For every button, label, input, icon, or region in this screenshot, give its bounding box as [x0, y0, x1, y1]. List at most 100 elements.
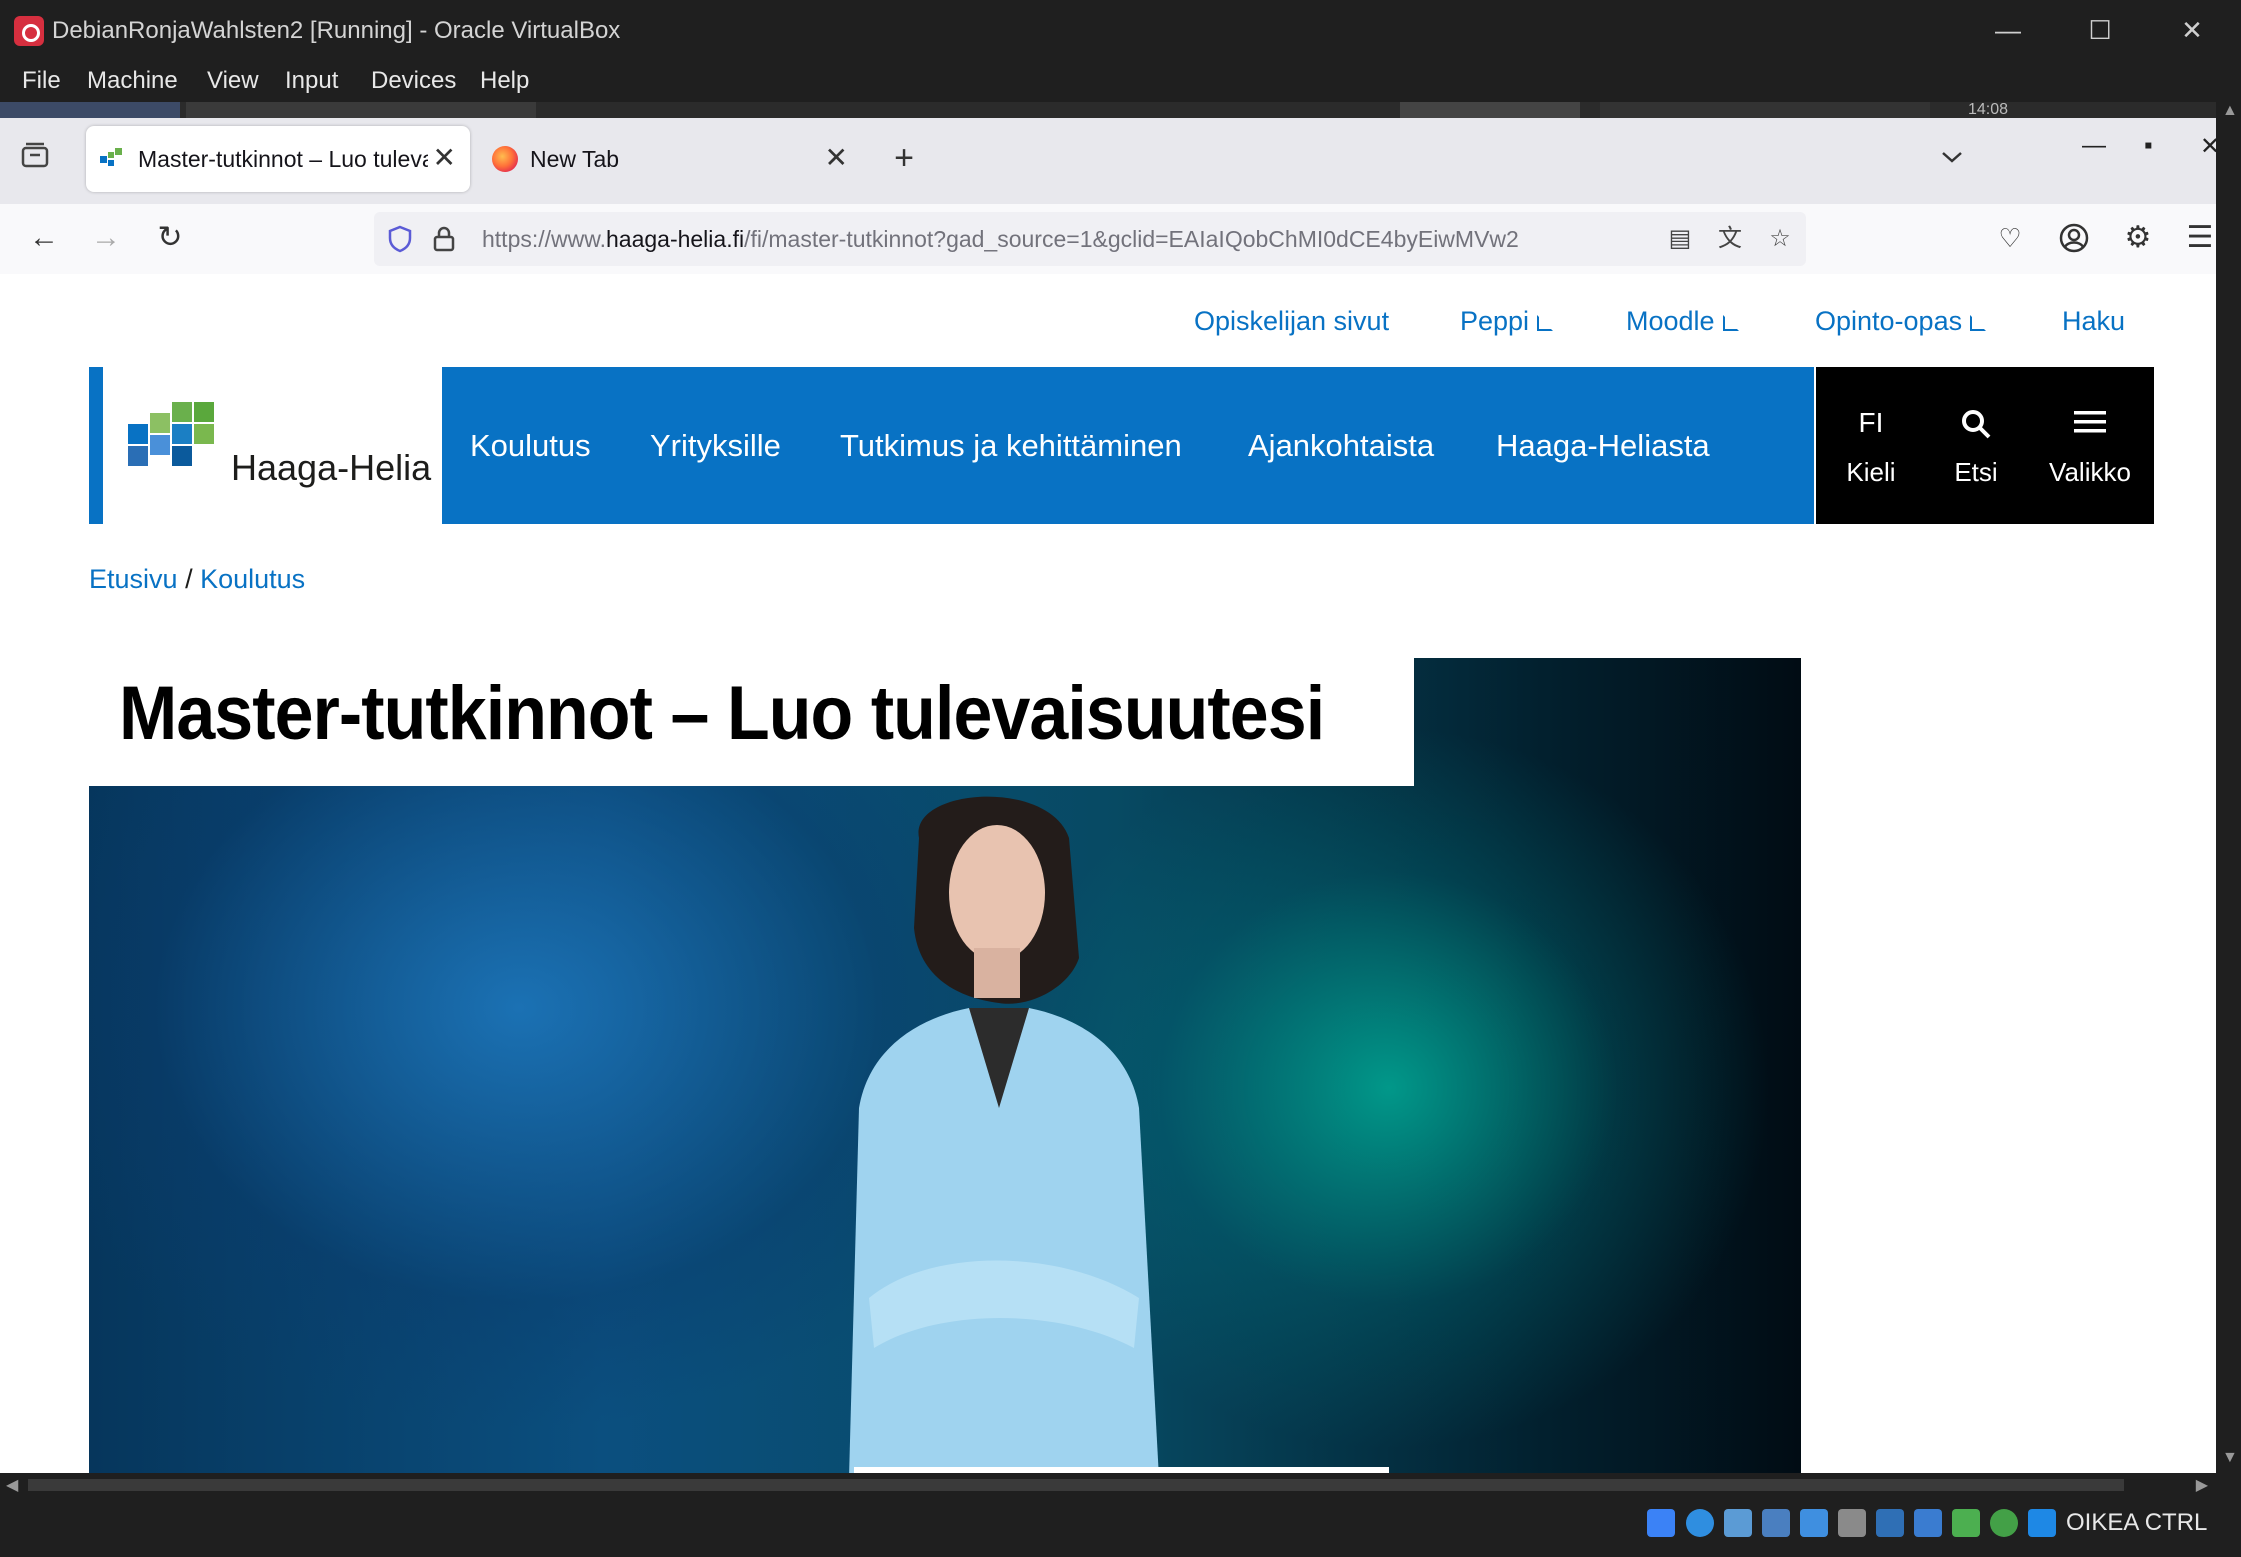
list-all-tabs-chevron-icon[interactable]	[1940, 144, 1964, 172]
haaga-helia-favicon	[100, 148, 124, 170]
utility-bar: FI Kieli Etsi Valikko	[1816, 367, 2154, 524]
virtualbox-statusbar: OIKEA CTRL	[0, 1497, 2241, 1557]
mouse-integration-icon[interactable]	[1990, 1509, 2018, 1537]
url-bar[interactable]: https://www.haaga-helia.fi/fi/master-tut…	[374, 212, 1806, 266]
hamburger-menu-icon	[2026, 407, 2154, 444]
virtualbox-menubar: File Machine View Input Devices Help	[0, 60, 2241, 102]
browser-nav-bar: ← → ↻ https://www.haaga-helia.fi/fi/mast…	[0, 204, 2216, 275]
cpu-icon[interactable]	[1952, 1509, 1980, 1537]
link-peppi[interactable]: Peppi	[1460, 306, 1554, 337]
usb-icon[interactable]	[1800, 1509, 1828, 1537]
search-label: Etsi	[1954, 457, 1998, 487]
language-code: FI	[1858, 407, 1884, 438]
account-icon[interactable]	[2054, 218, 2094, 258]
audio-icon[interactable]	[1724, 1509, 1752, 1537]
tracking-protection-shield-icon[interactable]	[386, 225, 414, 253]
nav-yrityksille[interactable]: Yrityksille	[650, 367, 781, 524]
breadcrumb-separator: /	[185, 564, 193, 594]
url-text[interactable]: https://www.haaga-helia.fi/fi/master-tut…	[482, 212, 1642, 266]
search-icon	[1926, 407, 2026, 448]
nav-tutkimus[interactable]: Tutkimus ja kehittäminen	[840, 367, 1182, 524]
lock-icon[interactable]	[430, 225, 458, 253]
tab-manager-icon[interactable]	[20, 140, 50, 170]
breadcrumb-current[interactable]: Koulutus	[200, 564, 305, 594]
scroll-right-arrow-icon[interactable]: ▶	[2196, 1475, 2208, 1495]
display-icon[interactable]	[1876, 1509, 1904, 1537]
extensions-puzzle-icon[interactable]: ⚙	[2118, 218, 2158, 258]
close-window-button[interactable]: ✕	[2146, 0, 2238, 60]
page-title: Master-tutkinnot – Luo tulevaisuutesi	[119, 671, 1325, 756]
shared-folders-icon[interactable]	[1838, 1509, 1866, 1537]
web-page: Opiskelijan sivut Peppi Moodle Opinto-op…	[0, 274, 2216, 1473]
browser-close-button[interactable]: ✕	[2200, 132, 2216, 161]
logo-mark-icon	[128, 402, 214, 466]
tab-title: Master-tutkinnot – Luo tulevaisuutesi	[138, 146, 428, 172]
menu-devices[interactable]: Devices	[371, 60, 456, 102]
close-tab-icon[interactable]: ✕	[433, 126, 456, 190]
nav-ajankohtaista[interactable]: Ajankohtaista	[1248, 367, 1434, 524]
virtualbox-app-icon	[14, 16, 44, 46]
hero-title-box: Master-tutkinnot – Luo tulevaisuutesi	[89, 658, 1414, 786]
hero-person-illustration	[849, 796, 1159, 1473]
external-link-icon	[1722, 315, 1739, 331]
link-moodle[interactable]: Moodle	[1626, 306, 1739, 337]
language-button[interactable]: FI Kieli	[1816, 367, 1926, 524]
close-tab-icon[interactable]: ✕	[825, 126, 848, 190]
vertical-scrollbar[interactable]: ▲ ▼	[2216, 102, 2241, 1473]
guest-clock: 14:08	[1967, 102, 2008, 118]
main-navigation: Koulutus Yrityksille Tutkimus ja kehittä…	[442, 367, 1814, 524]
external-link-icon	[1970, 315, 1987, 331]
bookmark-star-icon[interactable]: ☆	[1766, 225, 1794, 253]
tab-master-tutkinnot[interactable]: Master-tutkinnot – Luo tulevaisuutesi ✕	[86, 126, 470, 192]
external-link-icon	[1537, 315, 1554, 331]
link-opiskelijan-sivut[interactable]: Opiskelijan sivut	[1194, 306, 1389, 337]
reload-button[interactable]: ↻	[150, 218, 190, 258]
scroll-down-arrow-icon[interactable]: ▼	[2222, 1449, 2238, 1467]
recording-icon[interactable]	[1914, 1509, 1942, 1537]
tab-new-tab[interactable]: New Tab ✕	[478, 126, 862, 192]
tab-title: New Tab	[530, 146, 620, 172]
menu-view[interactable]: View	[207, 60, 259, 102]
menu-machine[interactable]: Machine	[87, 60, 178, 102]
browser-maximize-button[interactable]: ▪	[2144, 132, 2153, 160]
reader-view-icon[interactable]: ▤	[1666, 225, 1694, 253]
menu-input[interactable]: Input	[285, 60, 338, 102]
window-title: DebianRonjaWahlsten2 [Running] - Oracle …	[52, 17, 621, 44]
nav-haaga-heliasta[interactable]: Haaga-Heliasta	[1496, 367, 1710, 524]
network-icon[interactable]	[1762, 1509, 1790, 1537]
menu-button[interactable]: Valikko	[2026, 367, 2154, 524]
search-button[interactable]: Etsi	[1926, 367, 2026, 524]
host-key-label: OIKEA CTRL	[2066, 1509, 2208, 1536]
virtualbox-titlebar: DebianRonjaWahlsten2 [Running] - Oracle …	[0, 0, 2241, 60]
link-opinto-opas[interactable]: Opinto-opas	[1815, 306, 1987, 337]
app-menu-hamburger-icon[interactable]: ☰	[2180, 218, 2216, 258]
site-logo[interactable]: Haaga-Helia	[89, 367, 442, 524]
translate-icon[interactable]: 文	[1716, 225, 1744, 253]
horizontal-scrollbar[interactable]: ◀ ▶	[0, 1473, 2216, 1497]
forward-button[interactable]: →	[86, 218, 126, 258]
browser-minimize-button[interactable]: —	[2082, 132, 2106, 160]
breadcrumb: Etusivu / Koulutus	[89, 564, 305, 595]
back-button[interactable]: ←	[24, 218, 64, 258]
pocket-icon[interactable]: ♡	[1990, 218, 2030, 258]
browser-tab-strip: Master-tutkinnot – Luo tulevaisuutesi ✕ …	[0, 118, 2216, 204]
logo-text: Haaga-Helia	[231, 447, 432, 488]
guest-screen[interactable]: 14:08 Master-tutkinnot – Luo tulevaisuut…	[0, 102, 2216, 1473]
nav-koulutus[interactable]: Koulutus	[470, 367, 591, 524]
maximize-button[interactable]: ☐	[2054, 0, 2146, 60]
link-haku[interactable]: Haku	[2062, 306, 2125, 337]
menu-file[interactable]: File	[22, 60, 61, 102]
optical-drive-icon[interactable]	[1686, 1509, 1714, 1537]
language-label: Kieli	[1846, 457, 1896, 487]
hard-disk-icon[interactable]	[1647, 1509, 1675, 1537]
minimize-button[interactable]: —	[1962, 0, 2054, 60]
breadcrumb-home[interactable]: Etusivu	[89, 564, 178, 594]
scrollbar-thumb[interactable]	[28, 1479, 2124, 1491]
new-tab-button[interactable]: +	[886, 134, 922, 182]
scroll-up-arrow-icon[interactable]: ▲	[2222, 102, 2238, 120]
menu-help[interactable]: Help	[480, 60, 529, 102]
scroll-left-arrow-icon[interactable]: ◀	[6, 1475, 18, 1495]
menu-label: Valikko	[2049, 457, 2131, 487]
firefox-favicon	[492, 146, 518, 172]
keyboard-capture-icon[interactable]	[2028, 1509, 2056, 1537]
